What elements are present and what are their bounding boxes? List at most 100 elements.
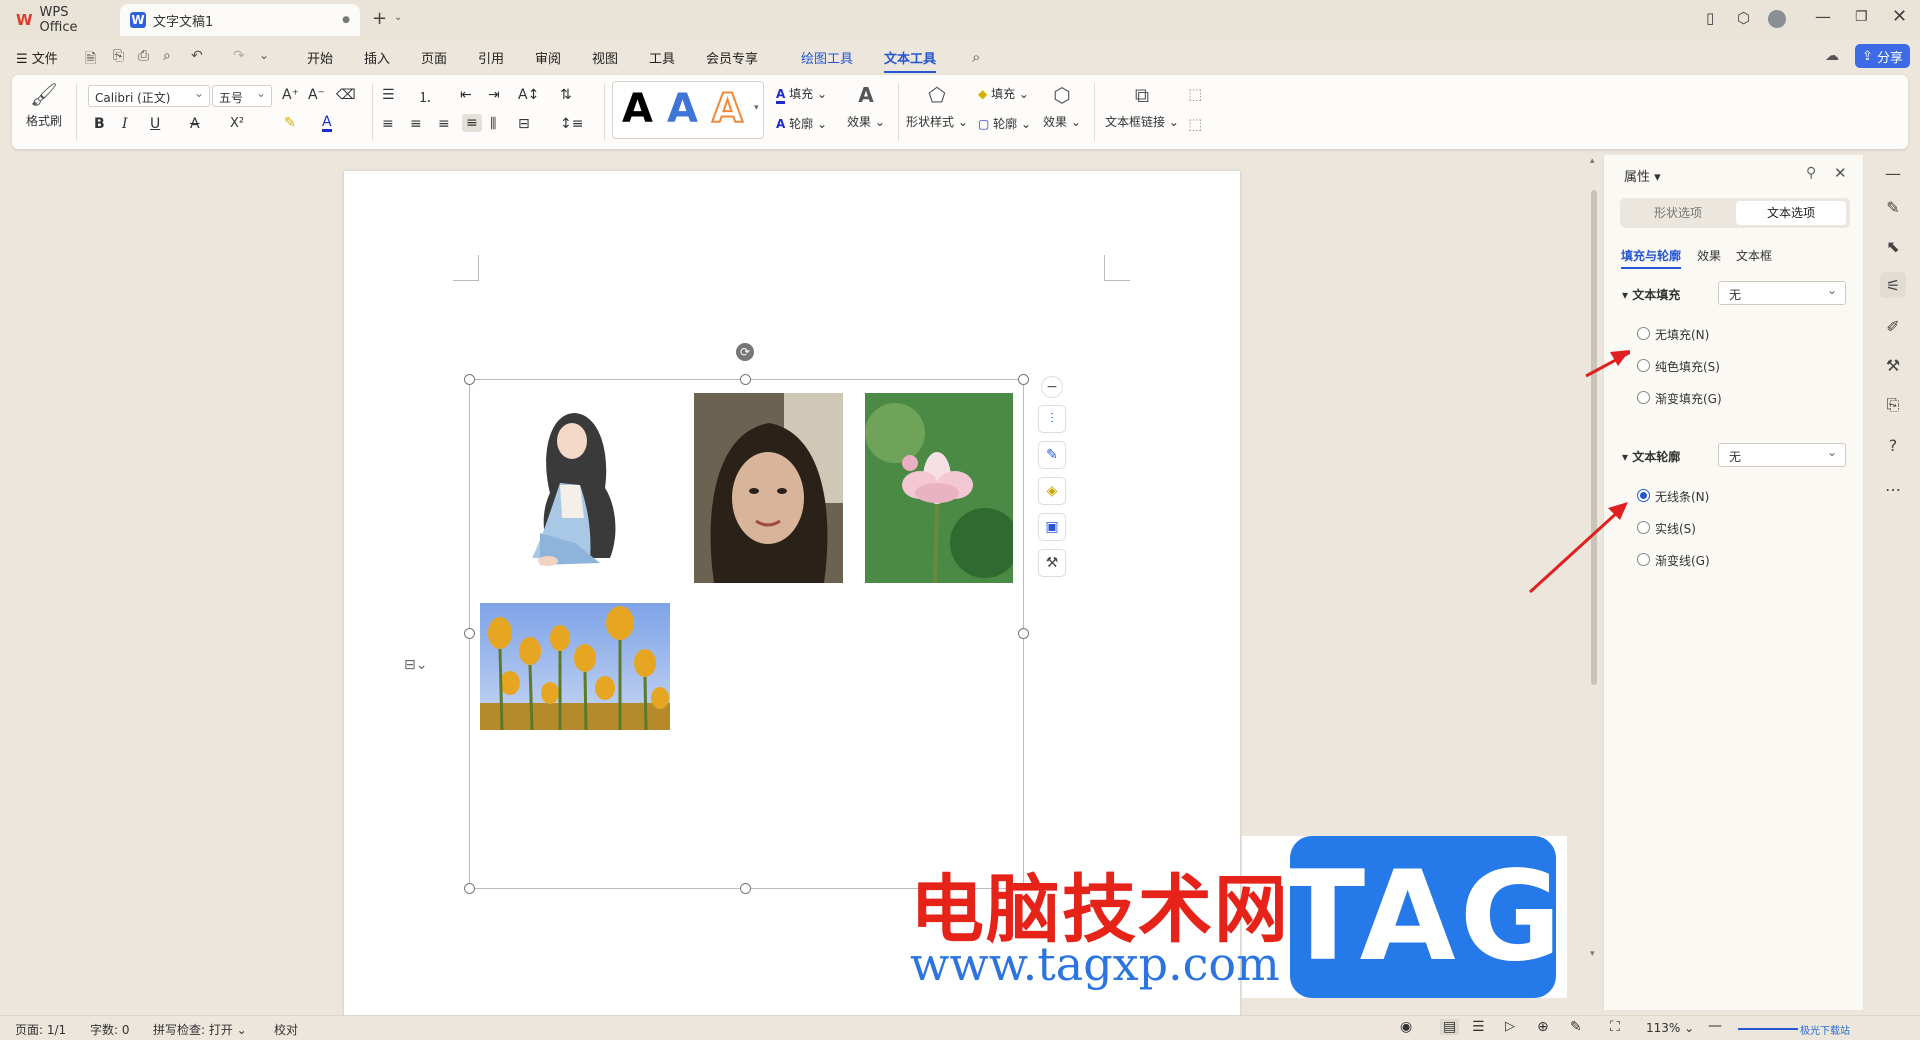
zoom-slider[interactable]	[1738, 1028, 1798, 1030]
fit-page-icon[interactable]: ⛶	[1610, 1019, 1620, 1035]
gallery-more-icon[interactable]: ▾	[754, 103, 759, 113]
format-painter-button[interactable]: 🖌 格式刷	[26, 83, 62, 129]
sort-icon[interactable]: ⇅	[560, 87, 572, 103]
break-link-icon[interactable]: ⬚	[1188, 115, 1202, 133]
menu-member[interactable]: 会员专享	[706, 48, 758, 67]
wrap-text-icon[interactable]: ⫶	[1038, 405, 1066, 433]
collapse-icon[interactable]: −	[1041, 376, 1063, 398]
restore-icon[interactable]: ❐	[1855, 10, 1868, 24]
radio-gradient-line[interactable]	[1637, 553, 1650, 566]
resize-handle-n[interactable]	[740, 374, 751, 385]
more-icon[interactable]: …	[1880, 472, 1906, 498]
eye-protection-icon[interactable]: ◉	[1400, 1019, 1412, 1035]
pin-icon[interactable]: ⚲	[1806, 165, 1816, 181]
wordart-black-sample[interactable]: A	[622, 89, 653, 129]
textbox-link-button[interactable]: ⧉ 文本框链接 ⌄	[1104, 83, 1180, 130]
menu-file[interactable]: ☰ 文件	[16, 48, 58, 67]
share-link-icon[interactable]: ⎘	[113, 48, 124, 64]
tab-shape-options[interactable]: 形状选项	[1624, 201, 1732, 225]
align-left-icon[interactable]: ≡	[382, 116, 394, 132]
menu-view[interactable]: 视图	[592, 48, 618, 67]
help-icon[interactable]: ?	[1880, 432, 1906, 458]
status-proofread[interactable]: 校对	[274, 1021, 298, 1038]
resize-handle-nw[interactable]	[464, 374, 475, 385]
status-spell-check[interactable]: 拼写检查: 打开 ⌄	[153, 1021, 247, 1038]
tab-list-chevron-icon[interactable]: ⌄	[394, 13, 402, 23]
bold-icon[interactable]: B	[94, 116, 105, 132]
font-color-icon[interactable]: A	[322, 115, 332, 132]
resize-handle-w[interactable]	[464, 628, 475, 639]
shape-fill-button[interactable]: ◆ 填充 ⌄	[978, 85, 1029, 102]
vertical-align-icon[interactable]: ⊟	[518, 116, 530, 132]
subtab-effect[interactable]: 效果	[1697, 247, 1721, 264]
menu-page[interactable]: 页面	[421, 48, 447, 67]
portrait-photo-image[interactable]	[694, 393, 843, 583]
tools-rail-icon[interactable]: ⚒	[1880, 352, 1906, 378]
resize-handle-s[interactable]	[740, 883, 751, 894]
distribute-icon[interactable]: ⫼	[490, 116, 496, 132]
align-center-icon[interactable]: ≡	[410, 116, 422, 132]
zoom-out-icon[interactable]: —	[1708, 1018, 1722, 1034]
shape-outline-button[interactable]: ▢ 轮廓 ⌄	[978, 115, 1031, 132]
subtab-fill-outline[interactable]: 填充与轮廓	[1621, 247, 1682, 269]
radio-no-fill[interactable]	[1637, 327, 1650, 340]
radio-no-line[interactable]	[1637, 489, 1650, 502]
menu-text-tools[interactable]: 文本工具	[884, 48, 937, 73]
line-spacing-icon[interactable]: ↕≡	[560, 116, 583, 132]
resize-handle-ne[interactable]	[1018, 374, 1029, 385]
zoom-level[interactable]: 113% ⌄	[1646, 1021, 1694, 1035]
collapse-rail-icon[interactable]: —	[1880, 160, 1906, 186]
wordart-orange-sample[interactable]: A	[711, 88, 744, 130]
status-word-count[interactable]: 字数: 0	[90, 1021, 130, 1038]
radio-gradient-fill[interactable]	[1637, 391, 1650, 404]
select-cursor-icon[interactable]: ⬉	[1880, 233, 1906, 259]
menu-start[interactable]: 开始	[307, 48, 333, 67]
search-icon[interactable]: ⌕	[972, 48, 980, 66]
shape-style-button[interactable]: ⬠ 形状样式 ⌄	[906, 83, 968, 130]
font-size-select[interactable]: 五号	[212, 85, 272, 107]
share-button[interactable]: ⇪ 分享	[1855, 44, 1910, 68]
underline-icon[interactable]: U	[150, 116, 160, 132]
text-outline-button[interactable]: A 轮廓 ⌄	[776, 115, 827, 132]
pen-edit-icon[interactable]: ✎	[1038, 441, 1066, 469]
girl-illustration-image[interactable]	[480, 393, 670, 583]
highlight-icon[interactable]: ✎	[284, 115, 296, 131]
tab-wps-office[interactable]: W WPS Office	[6, 4, 116, 36]
menu-insert[interactable]: 插入	[364, 48, 390, 67]
scroll-up-icon[interactable]: ▴	[1590, 157, 1595, 166]
justify-icon[interactable]: ≡	[462, 114, 482, 132]
edit-doc-icon[interactable]: ✐	[1880, 313, 1906, 339]
resize-handle-e[interactable]	[1018, 628, 1029, 639]
play-icon[interactable]: ▷	[1505, 1019, 1515, 1034]
outline-view-icon[interactable]: ☰	[1472, 1019, 1485, 1035]
redo-icon[interactable]: ↷	[233, 48, 245, 64]
undo-icon[interactable]: ↶	[191, 48, 203, 64]
text-outline-select[interactable]: 无	[1718, 443, 1846, 467]
menu-drawing-tools[interactable]: 绘图工具	[801, 48, 853, 67]
web-view-icon[interactable]: ⊕	[1537, 1019, 1549, 1035]
font-name-select[interactable]: Calibri (正文)	[88, 85, 210, 107]
close-window-icon[interactable]: ✕	[1892, 8, 1907, 26]
outline-box-icon[interactable]: ▣	[1038, 513, 1066, 541]
increase-indent-icon[interactable]: ⇥	[488, 87, 500, 103]
resize-handle-sw[interactable]	[464, 883, 475, 894]
tab-text-options[interactable]: 文本选项	[1736, 201, 1846, 225]
radio-solid-fill[interactable]	[1637, 359, 1650, 372]
layout-options-icon[interactable]: ⊟⌄	[404, 658, 427, 672]
subtab-textbox[interactable]: 文本框	[1736, 247, 1772, 264]
scroll-down-icon[interactable]: ▾	[1590, 950, 1595, 959]
pen-icon[interactable]: ✎	[1880, 194, 1906, 220]
strikethrough-icon[interactable]: A	[190, 116, 200, 132]
book-icon[interactable]: ⎘	[1880, 392, 1906, 418]
create-link-icon[interactable]: ⬚	[1188, 85, 1202, 103]
menu-references[interactable]: 引用	[478, 48, 504, 67]
shape-effect-button[interactable]: ⬡ 效果 ⌄	[1042, 83, 1082, 130]
cube-icon[interactable]: ⬡	[1737, 11, 1750, 26]
bullet-list-icon[interactable]: ☰	[382, 87, 395, 103]
superscript-icon[interactable]: X²	[230, 116, 244, 131]
unsaved-dot-icon[interactable]: ●	[342, 15, 350, 25]
save-icon[interactable]: 🗎	[85, 48, 96, 72]
text-fill-button[interactable]: A 填充 ⌄	[776, 85, 827, 104]
rotate-handle-icon[interactable]: ⟳	[736, 343, 754, 361]
grow-font-icon[interactable]: A⁺	[282, 87, 299, 103]
